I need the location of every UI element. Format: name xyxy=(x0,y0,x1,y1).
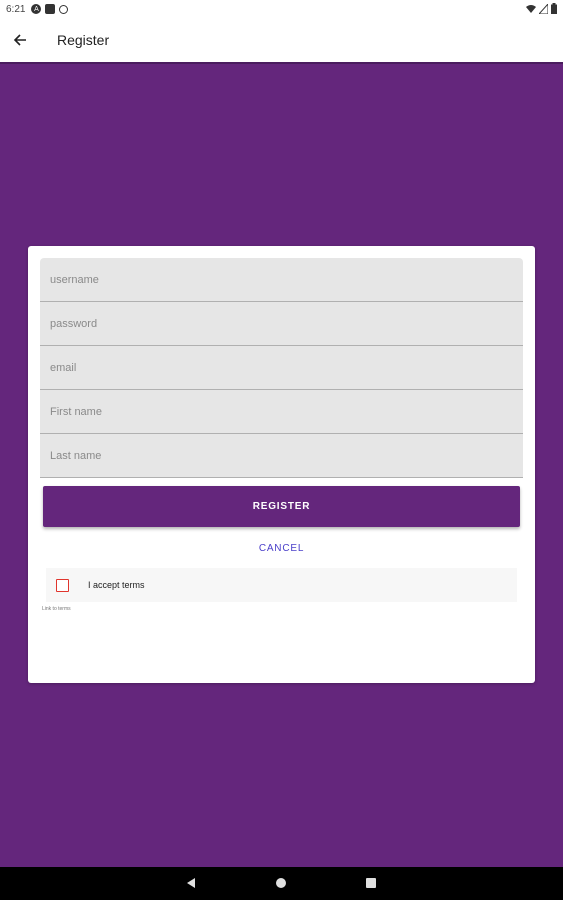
back-button[interactable] xyxy=(8,28,32,52)
first-name-field[interactable] xyxy=(40,390,523,434)
terms-row[interactable]: I accept terms xyxy=(46,568,517,602)
last-name-field[interactable] xyxy=(40,434,523,478)
status-icons-left: A xyxy=(31,4,69,14)
sim-icon xyxy=(45,4,56,14)
email-input[interactable] xyxy=(48,360,512,375)
signal-icon xyxy=(539,3,548,14)
app-bar: Register xyxy=(0,18,563,64)
terms-label: I accept terms xyxy=(88,580,145,590)
nav-home-button[interactable] xyxy=(273,875,289,891)
password-input[interactable] xyxy=(48,316,512,331)
settings-icon xyxy=(59,4,69,14)
register-card: REGISTER CANCEL I accept terms Link to t… xyxy=(28,246,535,683)
battery-icon xyxy=(551,3,557,14)
page-title: Register xyxy=(57,32,110,48)
terms-checkbox[interactable] xyxy=(56,578,69,592)
first-name-input[interactable] xyxy=(48,404,512,419)
status-time: 6:21 xyxy=(6,3,26,15)
home-circle-icon xyxy=(276,878,286,888)
username-field[interactable] xyxy=(40,258,523,302)
nav-bar xyxy=(0,867,563,900)
form-fields xyxy=(40,258,523,478)
email-field[interactable] xyxy=(40,346,523,390)
status-icons-right xyxy=(526,3,557,14)
password-field[interactable] xyxy=(40,302,523,346)
back-triangle-icon xyxy=(187,878,195,888)
a-icon: A xyxy=(31,4,42,14)
status-bar: 6:21 A xyxy=(0,0,563,18)
wifi-icon xyxy=(526,4,536,13)
last-name-input[interactable] xyxy=(48,448,512,463)
arrow-back-icon xyxy=(13,34,26,46)
nav-back-button[interactable] xyxy=(183,875,199,891)
cancel-button[interactable]: CANCEL xyxy=(28,540,535,556)
username-input[interactable] xyxy=(48,272,512,287)
register-button[interactable]: REGISTER xyxy=(43,486,520,527)
nav-recents-button[interactable] xyxy=(363,875,379,891)
terms-link[interactable]: Link to terms xyxy=(42,606,71,612)
recents-square-icon xyxy=(366,878,376,888)
